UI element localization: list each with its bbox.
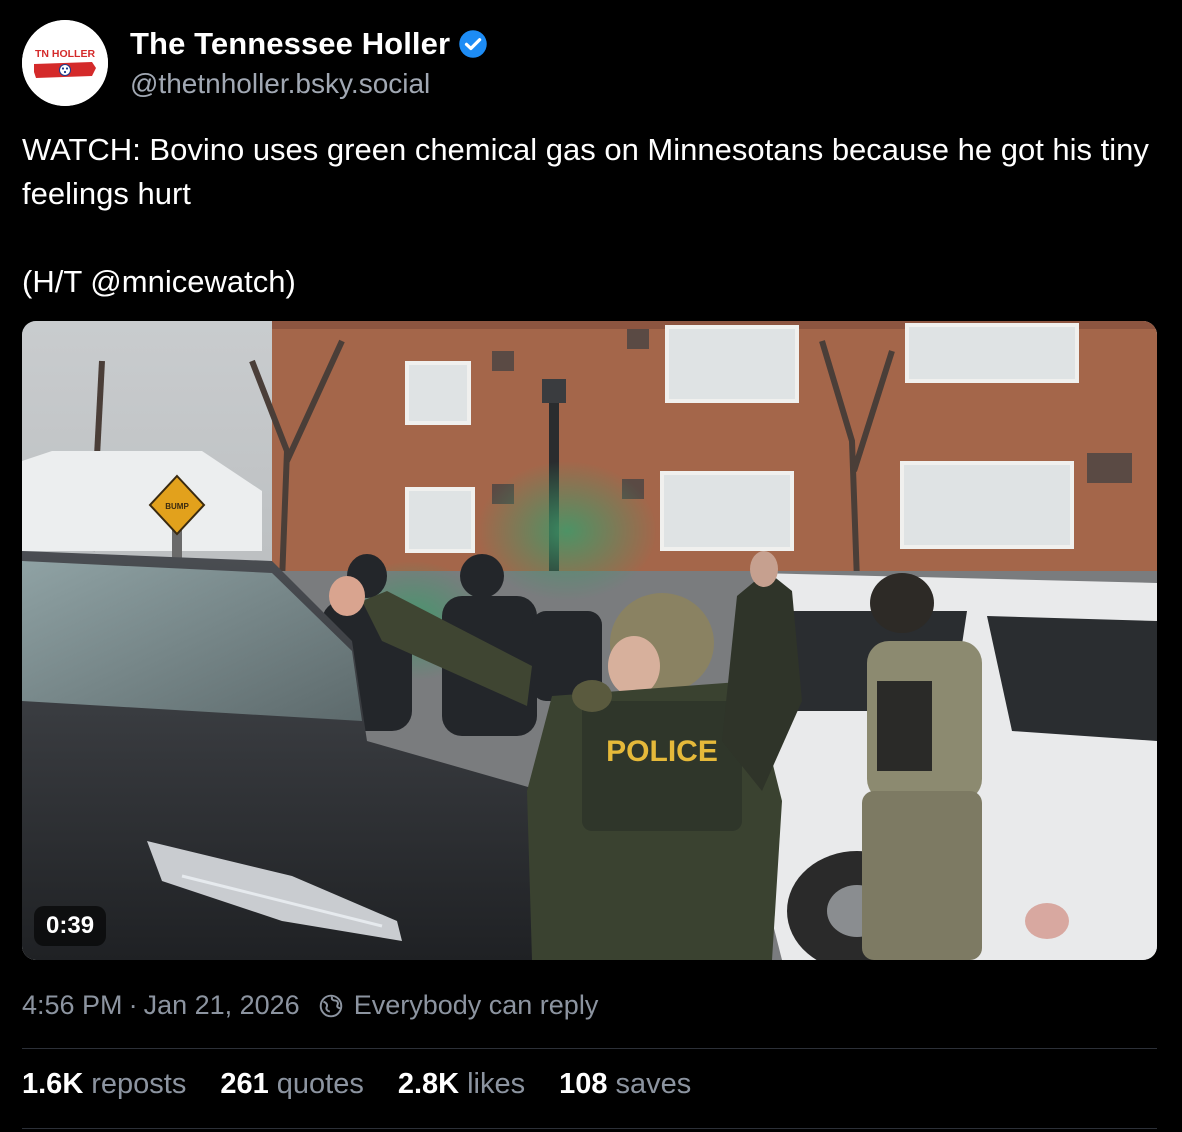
stat-saves[interactable]: 108 saves <box>559 1068 691 1101</box>
stat-likes[interactable]: 2.8K likes <box>398 1068 525 1101</box>
stats-divider <box>22 1128 1157 1129</box>
video-thumbnail: BUMP POLICE <box>22 321 1157 960</box>
handle[interactable]: @thetnholler.bsky.social <box>130 68 488 100</box>
engagement-stats: 1.6K reposts 261 quotes 2.8K likes 108 saves <box>22 1068 725 1101</box>
stat-reposts[interactable]: 1.6K reposts <box>22 1068 186 1101</box>
post-meta: 4:56 PM · Jan 21, 2026 Everybody can rep… <box>22 990 598 1021</box>
globe-icon <box>318 993 344 1019</box>
verified-badge-icon[interactable] <box>458 29 488 59</box>
post-text-main: WATCH: Bovino uses green chemical gas on… <box>22 132 1149 211</box>
post: TN HOLLER The Tennessee Holler @thetnhol… <box>0 0 1182 1132</box>
bump-sign-text: BUMP <box>165 502 189 511</box>
post-date[interactable]: Jan 21, 2026 <box>144 990 300 1021</box>
police-vest-text: POLICE <box>606 735 718 768</box>
author-block: The Tennessee Holler @thetnholler.bsky.s… <box>130 24 488 100</box>
post-text: WATCH: Bovino uses green chemical gas on… <box>22 128 1157 304</box>
meta-divider <box>22 1048 1157 1049</box>
video-duration-badge: 0:39 <box>34 906 107 946</box>
display-name[interactable]: The Tennessee Holler <box>130 26 450 62</box>
video-player[interactable]: BUMP POLICE 0:39 <box>22 321 1157 960</box>
avatar[interactable]: TN HOLLER <box>22 20 108 106</box>
tn-holler-logo: TN HOLLER <box>22 20 108 106</box>
display-name-row: The Tennessee Holler <box>130 24 488 64</box>
meta-separator: · <box>128 990 138 1020</box>
stat-quotes[interactable]: 261 quotes <box>220 1068 363 1101</box>
post-text-credit: (H/T @mnicewatch) <box>22 264 296 299</box>
post-time[interactable]: 4:56 PM <box>22 990 123 1021</box>
reply-setting[interactable]: Everybody can reply <box>354 990 599 1021</box>
avatar-logo-text: TN HOLLER <box>35 48 95 60</box>
